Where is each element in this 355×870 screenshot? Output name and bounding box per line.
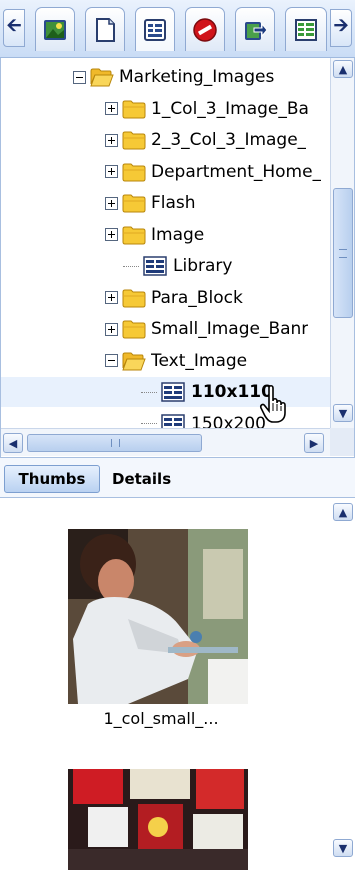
expand-icon[interactable] [105,133,118,147]
scrollbar-thumb[interactable] [27,434,202,452]
page-tab-icon[interactable] [85,7,125,51]
chevron-up-icon[interactable]: ▲ [333,503,353,521]
tree-item-label: Marketing_Images [119,67,275,87]
template-icon [143,256,167,276]
folder-icon [122,288,146,308]
export-tab-icon[interactable] [235,7,275,51]
photo-red-posters [68,769,248,870]
expand-icon[interactable] [105,102,118,115]
tree-folder-item[interactable]: Flash [1,188,331,218]
tree-folder-item[interactable]: Image [1,220,331,250]
tree-folder-item[interactable]: Text_Image [1,346,331,376]
tree-item-label: Image [151,224,205,245]
grid-tab-icon[interactable] [285,7,327,51]
tree-item-label: Flash [151,193,196,213]
folder-icon [122,193,146,213]
folder-icon [122,319,146,339]
tree-connector [141,423,157,424]
tree-folder-item[interactable]: Para_Block [1,283,331,313]
template-icon [161,382,185,402]
tree-item-label: Small_Image_Banr [151,319,309,339]
tree-horizontal-scrollbar[interactable]: ◀ ▶ [1,428,331,456]
tree-item-label: Text_Image [151,350,248,371]
tree-folder-item[interactable]: 2_3_Col_3_Image_ [1,125,331,155]
scrollbar-corner [330,428,354,456]
folder-open-icon [90,67,114,87]
chevron-down-icon[interactable]: ▼ [333,404,353,422]
tree-connector [141,391,157,393]
folder-tree: Marketing_Images 1_Col_3_Image_Ba 2_3_Col_… [0,58,355,458]
thumbnail-caption: 1_col_small_... [103,709,219,728]
tree-item-label: Department_Home_ [151,161,322,182]
expand-icon[interactable] [105,228,118,241]
chevron-right-icon[interactable]: ▶ [304,433,324,453]
chevron-up-icon[interactable]: ▲ [333,60,353,78]
tree-item-label: Library [173,256,233,276]
template-tab-icon[interactable] [135,7,175,51]
no-entry-tab-icon[interactable] [185,7,225,51]
toolbar: 🡨 🡪 [0,0,355,58]
tree-folder-item[interactable]: Department_Home_ [1,157,331,187]
tree-vertical-scrollbar[interactable]: ▲ ▼ [330,58,354,428]
folder-open-icon [122,351,146,371]
image-tab-icon[interactable] [35,7,75,51]
tree-template-item[interactable]: Library [1,251,331,281]
folder-icon [122,99,146,119]
chevron-left-icon[interactable]: ◀ [3,433,23,453]
tab-details[interactable]: Details [104,465,179,493]
folder-icon [122,130,146,150]
expand-icon[interactable] [105,165,118,178]
chevron-down-icon[interactable]: ▼ [333,839,353,857]
thumbnail-vertical-scrollbar[interactable]: ▲ ▼ [331,499,355,870]
collapse-icon[interactable] [73,70,86,84]
folder-icon [122,162,146,182]
thumbnail-panel: 1_col_small_... ▲ ▼ [0,499,355,870]
view-tabs: Thumbs Details [0,458,355,498]
expand-icon[interactable] [105,291,118,304]
thumbnail-item[interactable] [68,769,248,870]
right-arrow-icon[interactable]: 🡪 [330,9,352,47]
thumbnail-item[interactable]: 1_col_small_... [68,529,248,728]
folder-icon [122,225,146,245]
tree-folder-item[interactable]: Marketing_Images [1,62,331,92]
tree-item-label: 1_Col_3_Image_Ba [151,98,309,119]
tree-folder-item[interactable]: 1_Col_3_Image_Ba [1,94,331,124]
expand-icon[interactable] [105,196,118,210]
photo-person-in-lab [68,529,248,704]
tree-item-label: Para_Block [151,287,243,308]
collapse-icon[interactable] [105,354,118,367]
scrollbar-thumb[interactable] [333,188,353,318]
hand-pointer-icon [259,384,291,424]
tab-thumbs[interactable]: Thumbs [4,465,100,493]
tree-item-label: 2_3_Col_3_Image_ [151,130,307,150]
left-arrow-icon[interactable]: 🡨 [3,9,25,47]
tree-folder-item[interactable]: Small_Image_Banr [1,314,331,344]
tree-connector [123,265,139,267]
expand-icon[interactable] [105,322,118,336]
